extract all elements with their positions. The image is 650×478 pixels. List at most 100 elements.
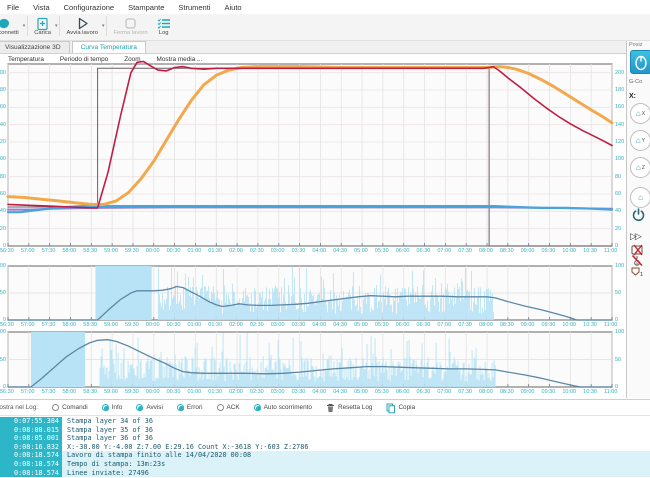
x-tick-label: 59:00 [104,389,118,395]
x-tick-label: 01:00 [187,389,201,395]
start-job-button[interactable]: Avvia lavoro [62,14,101,40]
log-toggle-comandi[interactable]: Comandi [52,404,88,411]
log-button[interactable]: Log [152,14,176,40]
chevron-down-icon[interactable]: ▾ [23,23,26,29]
x-tick-label: 00:30 [167,389,181,395]
y-tick-label-right: 60 [615,191,621,197]
x-tick-label: 08:00 [479,389,493,395]
home-x-button[interactable]: ⌂X [630,103,650,124]
home-y-button[interactable]: ⌂Y [630,130,650,151]
legend-item-output-estrusore[interactable]: ✓Output Estrusore [13,111,94,122]
checkbox-checked-icon[interactable]: ✓ [13,102,20,109]
legend-item-mostra-piano[interactable]: ✓Mostra Piano [13,78,94,89]
x-tick-label: 08:30 [500,248,514,254]
extruder-icon [631,267,640,276]
log-toggle-ack[interactable]: ACK [217,404,240,411]
log-message: Linee inviate: 27496 [62,469,650,478]
extruder-number-label: 1 [640,272,643,278]
extruder-select-button[interactable]: 1 [631,267,643,278]
x-tick-label: 04:00 [312,248,326,254]
play-icon [74,16,90,30]
x-tick-label: 07:30 [458,389,472,395]
toolbar-divider [27,16,28,36]
checkbox-checked-icon[interactable]: ✓ [13,113,20,120]
menu-item-vista[interactable]: Vista [26,3,57,12]
legend-item-temperature-media[interactable]: ✓Temperature media [13,100,94,111]
x-tick-label: 01:30 [208,248,222,254]
menu-item-strumenti[interactable]: Strumenti [171,3,217,12]
home-all-button[interactable]: ⌂ [630,187,650,208]
x-tick-label: 10:30 [583,389,597,395]
x-tick-label: 00:00 [146,389,160,395]
x-tick-label: 57:00 [21,322,35,328]
y-tick-label-right: 160 [615,104,624,110]
log-toggle-label: ACK [227,404,240,411]
chart-menu-mostra-media[interactable]: Mostra media ... [149,56,211,63]
log-toggle-errori[interactable]: Errori [177,404,203,411]
reset-log-button[interactable]: Resetta Log [326,403,372,413]
x-tick-label: 07:00 [437,389,451,395]
log-toggle-info[interactable]: Info [102,404,123,411]
speed-multiplier-icon[interactable]: ▷▷ [630,231,640,242]
legend-item-output-piano[interactable]: ✓Output Piano [13,122,94,133]
menu-item-stampante[interactable]: Stampante [121,3,171,12]
trash-icon [326,403,335,413]
x-tick-label: 06:00 [396,322,410,328]
chart-menu-periodo-di-tempo[interactable]: Periodo di tempo [52,56,116,63]
home-z-button[interactable]: ⌂Z [630,157,650,178]
menu-item-configurazione[interactable]: Configurazione [57,3,121,12]
manual-control-button[interactable] [630,50,650,74]
log-timestamp: 0:08:18.574 [0,460,62,469]
log-filter-label: Mostra nel Log: [0,404,38,411]
position-panel-header: Posiz [629,42,642,48]
y-tick-label-right: 100 [615,263,624,269]
kill-job-label: Ferma lavoro [113,30,147,36]
load-button[interactable]: Carica [30,14,55,40]
x-tick-label: 56:30 [0,322,14,328]
x-tick-label: 11:00 [604,389,617,395]
log-toggle-auto-scorrimento[interactable]: Auto scorrimento [254,404,312,411]
y-tick-label-right: 120 [615,139,624,145]
checkbox-checked-icon[interactable]: ✓ [13,91,20,98]
y-tick-label-left: 40 [0,208,6,214]
y-tick-label-right: 0 [615,317,618,323]
app-window: FileVistaConfigurazioneStampanteStrument… [0,0,650,478]
y-tick-label-left: 50 [0,290,6,296]
tab-curva-temperatura[interactable]: Curva Temperatura [72,41,146,53]
x-tick-label: 57:00 [21,248,35,254]
log-toggle-avvisi[interactable]: Avvisi [136,404,163,411]
log-timestamp: 0:08:00.015 [0,426,62,435]
chart-menu-temperatura[interactable]: Temperatura [0,56,52,63]
chevron-down-icon[interactable]: ▾ [102,23,105,29]
menu-item-aiuto[interactable]: Aiuto [217,3,248,12]
x-tick-label: 09:00 [521,248,535,254]
x-tick-label: 04:30 [333,389,347,395]
copy-log-label: Copia [398,404,415,411]
y-tick-label-left: 120 [0,139,6,145]
legend-item-temperature-target[interactable]: ✓Temperature target [13,89,94,100]
output-chart-1 [8,266,612,320]
legend-label: Mostra Piano [22,79,94,88]
x-tick-label: 08:30 [500,389,514,395]
manual-control-panel: Posiz G-Co X: ⌂X ⌂Y ⌂Z ⌂ ▷▷ [626,41,650,398]
chevron-down-icon[interactable]: ▾ [55,23,58,29]
menu-item-file[interactable]: File [0,3,26,12]
radio-off-icon [52,404,59,411]
log-row: 0:07:55.384Stampa layer 34 of 36 [0,417,650,426]
disconnect-button[interactable]: Disconnetti [0,14,23,40]
log-timestamp: 0:08:18.574 [0,451,62,460]
chart-menu-zoom[interactable]: Zoom [116,56,148,63]
checkbox-checked-icon[interactable]: ✓ [13,80,20,87]
fan-off-icon [631,255,645,266]
radio-off-icon [217,404,224,411]
checkbox-checked-icon[interactable]: ✓ [13,124,20,131]
x-tick-label: 08:30 [500,322,514,328]
legend-label: Output Estrusore [22,112,94,121]
checkbox-checked-icon[interactable]: ✓ [13,69,20,76]
start-job-label: Avvia lavoro [66,30,97,36]
legend-item-mostra-estrusore[interactable]: ✓Mostra Estrusore [13,67,94,78]
tab-visualizzazione-3d[interactable]: Visualizzazione 3D [0,41,70,53]
log-output[interactable]: 0:07:55.384Stampa layer 34 of 360:08:00.… [0,417,650,478]
tab-tempcurve-label: Curva Temperatura [81,44,137,51]
copy-log-button[interactable]: Copia [386,403,415,413]
